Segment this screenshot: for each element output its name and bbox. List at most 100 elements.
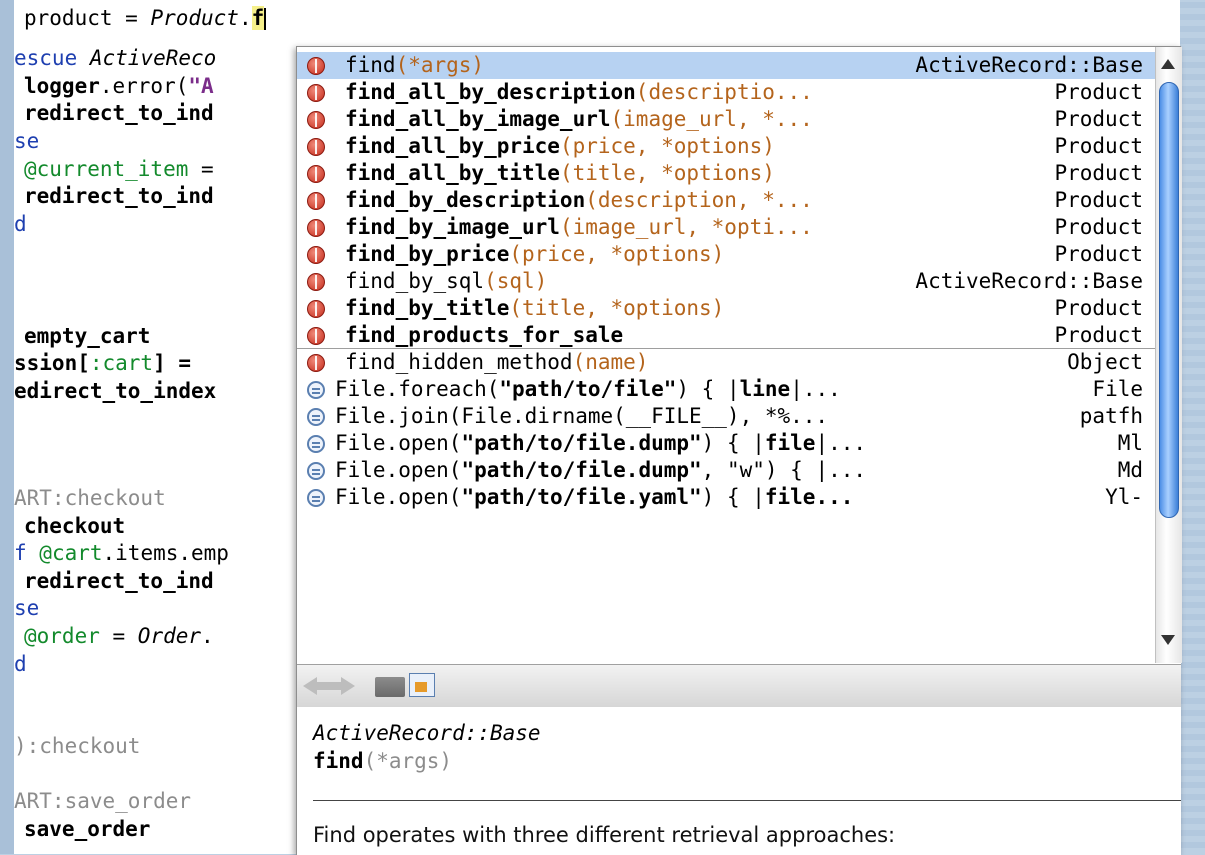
completion-args: (price, *options) bbox=[559, 134, 775, 158]
snippet-part: File.join(File.dirname(__FILE__), *%... bbox=[335, 404, 829, 428]
method-icon bbox=[307, 327, 325, 345]
completion-class: ActiveRecord::Base bbox=[915, 269, 1143, 293]
snippet-text: File.open("path/to/file.dump", "w") { |.… bbox=[335, 457, 866, 484]
code-line: empty_cart bbox=[24, 322, 150, 350]
code-token: checkout bbox=[24, 514, 126, 538]
completion-name: find_hidden_method bbox=[345, 350, 573, 374]
completion-list[interactable]: find(*args) ActiveRecord::Base find_all_by… bbox=[297, 47, 1155, 663]
code-token: ] = bbox=[153, 351, 204, 375]
completion-class: Product bbox=[1054, 80, 1143, 104]
completion-name: find_products_for_sale bbox=[345, 323, 624, 347]
code-line: save_order bbox=[24, 815, 150, 843]
completion-scrollbar[interactable] bbox=[1155, 47, 1182, 663]
completion-args: (descriptio... bbox=[635, 80, 813, 104]
doc-signature-name: find bbox=[313, 749, 364, 773]
method-icon bbox=[307, 300, 325, 318]
code-token: empty_cart bbox=[24, 324, 151, 348]
window-frame-left bbox=[0, 0, 14, 854]
window-frame-right bbox=[1180, 0, 1205, 854]
snippet-text: File.join(File.dirname(__FILE__), *%... bbox=[335, 403, 828, 430]
snippet-item[interactable]: File.open("path/to/file.yaml") { |file..… bbox=[297, 484, 1155, 511]
open-in-browser-icon[interactable] bbox=[409, 673, 435, 697]
snippet-trigger: Ml bbox=[1117, 431, 1143, 455]
typed-char: f bbox=[251, 6, 265, 30]
completion-signature: find_by_sql(sql) bbox=[345, 268, 547, 295]
scroll-down-arrow-icon[interactable] bbox=[1161, 635, 1175, 645]
snippet-item[interactable]: File.foreach("path/to/file") { |line|...… bbox=[297, 376, 1155, 403]
code-line: se bbox=[14, 594, 39, 622]
completion-item[interactable]: find_by_image_url(image_url, *opti... Pro… bbox=[297, 214, 1155, 241]
code-token: ART:save_order bbox=[14, 789, 192, 813]
completion-signature: find_hidden_method(name) bbox=[345, 349, 648, 376]
completion-args: (price, *options) bbox=[509, 242, 725, 266]
snippet-bubble-icon bbox=[307, 435, 325, 453]
code-line: redirect_to_ind bbox=[24, 99, 214, 127]
completion-item[interactable]: find_all_by_title(title, *options) Produc… bbox=[297, 160, 1155, 187]
completion-name: find_by_price bbox=[345, 242, 510, 266]
code-token: = bbox=[99, 624, 138, 648]
snippet-part: "path/to/file" bbox=[499, 377, 677, 401]
completion-item[interactable]: find_all_by_price(price, *options) Produc… bbox=[297, 133, 1155, 160]
snippet-trigger: File bbox=[1092, 377, 1143, 401]
completion-args: (sql) bbox=[484, 269, 548, 293]
snippet-text: File.foreach("path/to/file") { |line|... bbox=[335, 376, 841, 403]
method-icon bbox=[307, 219, 325, 237]
snippet-part: |... bbox=[790, 377, 841, 401]
completion-args: (title, *options) bbox=[559, 161, 775, 185]
code-line: ssion[:cart] = bbox=[14, 349, 204, 377]
snippet-bubble-icon bbox=[307, 462, 325, 480]
code-token: . bbox=[201, 624, 214, 648]
doc-signature-args: (*args) bbox=[363, 749, 453, 773]
code-token: edirect_to_index bbox=[14, 379, 217, 403]
snippet-part: ) { | bbox=[676, 377, 740, 401]
completion-name: find_all_by_image_url bbox=[345, 107, 611, 131]
completion-class: ActiveRecord::Base bbox=[915, 53, 1143, 77]
code-token: redirect_to_ind bbox=[24, 101, 214, 125]
scroll-thumb[interactable] bbox=[1159, 82, 1179, 518]
snippet-part: "path/to/file.dump" bbox=[461, 431, 702, 455]
code-line: ART:save_order bbox=[14, 787, 191, 815]
snippet-part: , "w") { |... bbox=[701, 458, 867, 482]
code-token: ART:checkout bbox=[14, 486, 166, 510]
code-token: "A bbox=[188, 74, 214, 98]
documentation-pane: ActiveRecord::Base find(*args) Find oper… bbox=[297, 707, 1181, 855]
doc-signature: find(*args) bbox=[313, 747, 452, 775]
snippet-trigger: Md bbox=[1117, 458, 1143, 482]
snippet-part: "path/to/file.dump" bbox=[461, 458, 702, 482]
completion-signature: find_all_by_description(descriptio... bbox=[345, 79, 813, 106]
completion-item[interactable]: find_by_description(description, *... Pro… bbox=[297, 187, 1155, 214]
snippet-part: ) { | bbox=[701, 485, 765, 509]
code-token: @order bbox=[24, 624, 100, 648]
completion-item[interactable]: find_by_sql(sql) ActiveRecord::Base bbox=[297, 268, 1155, 295]
snippet-bubble-icon bbox=[307, 381, 325, 399]
snippet-item[interactable]: File.open("path/to/file.dump") { |file|.… bbox=[297, 430, 1155, 457]
scroll-up-arrow-icon[interactable] bbox=[1161, 59, 1175, 69]
snippet-item[interactable]: File.join(File.dirname(__FILE__), *%... p… bbox=[297, 403, 1155, 430]
completion-item[interactable]: find_products_for_sale Product bbox=[297, 322, 1155, 349]
method-icon bbox=[307, 354, 325, 372]
completion-signature: find_all_by_image_url(image_url, *... bbox=[345, 106, 813, 133]
completion-item[interactable]: find(*args) ActiveRecord::Base bbox=[297, 52, 1155, 79]
completion-name: find_by_sql bbox=[345, 269, 485, 293]
completion-class: Product bbox=[1054, 323, 1143, 347]
snippet-item[interactable]: File.open("path/to/file.dump", "w") { |.… bbox=[297, 457, 1155, 484]
code-token: @cart bbox=[39, 541, 103, 565]
completion-name: find_all_by_price bbox=[345, 134, 560, 158]
doc-text: Find operates with three different retri… bbox=[313, 823, 896, 847]
code-line: d bbox=[14, 210, 27, 238]
completion-item[interactable]: find_all_by_description(descriptio... Pro… bbox=[297, 79, 1155, 106]
doc-pane-icon[interactable] bbox=[375, 677, 405, 697]
completion-item[interactable]: find_all_by_image_url(image_url, *... Pro… bbox=[297, 106, 1155, 133]
snippet-part: File.open( bbox=[335, 431, 462, 455]
snippet-part: file bbox=[764, 431, 816, 455]
completion-name: find_all_by_description bbox=[345, 80, 636, 104]
completion-item[interactable]: find_hidden_method(name) Object bbox=[297, 349, 1155, 376]
completion-item[interactable]: find_by_price(price, *options) Product bbox=[297, 241, 1155, 268]
code-line: @order = Order. bbox=[24, 622, 214, 650]
completion-class: Product bbox=[1054, 215, 1143, 239]
back-forward-arrows-icon[interactable] bbox=[301, 673, 361, 699]
code-token: Order bbox=[137, 624, 202, 648]
completion-item[interactable]: find_by_title(title, *options) Product bbox=[297, 295, 1155, 322]
snippet-trigger: Yl- bbox=[1105, 485, 1143, 509]
completion-class: Product bbox=[1054, 188, 1143, 212]
